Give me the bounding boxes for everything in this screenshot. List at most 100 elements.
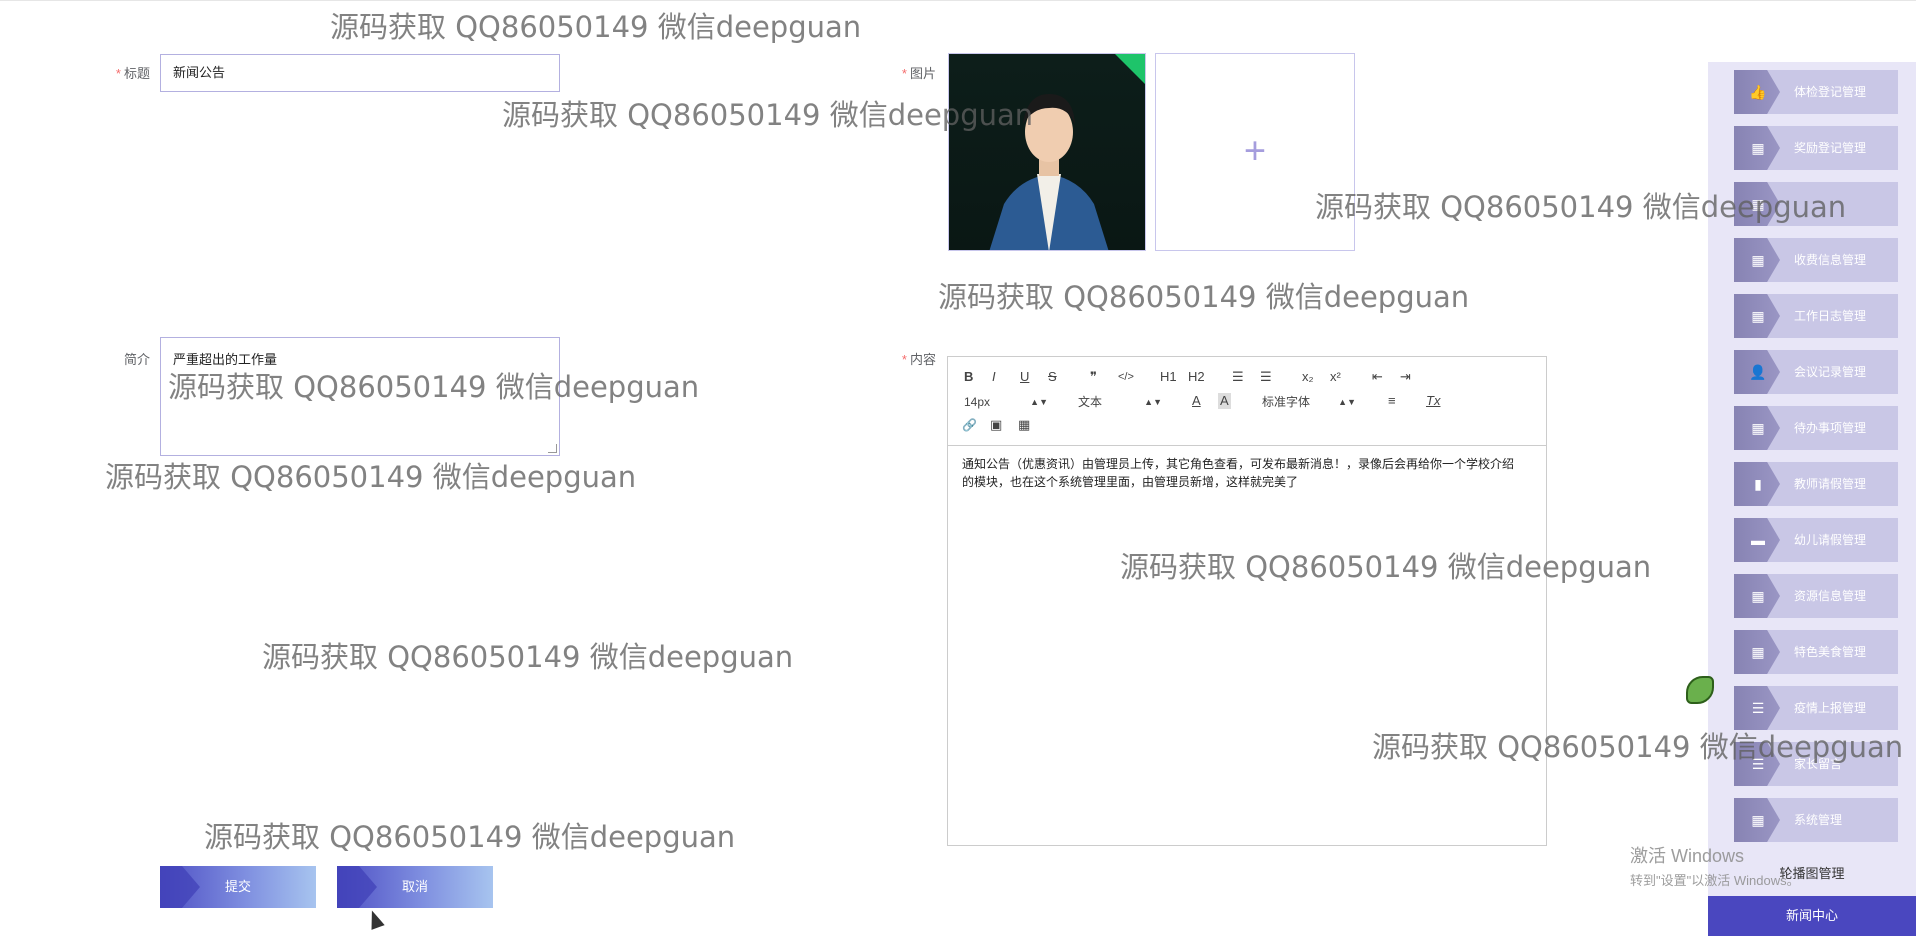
- sidebar-item[interactable]: ☰ 疫情上报管理: [1734, 686, 1898, 730]
- clear-format-button[interactable]: Tx: [1426, 393, 1440, 409]
- sidebar-item[interactable]: ▦ 系统管理: [1734, 798, 1898, 842]
- sidebar-item[interactable]: 👤 会议记录管理: [1734, 350, 1898, 394]
- icon-tab: ▦: [1734, 630, 1780, 674]
- windows-activation-title: 激活 Windows: [1630, 846, 1745, 866]
- sidebar-item-news-center[interactable]: 新闻中心: [1708, 896, 1916, 936]
- icon-tab: ▦: [1734, 574, 1780, 618]
- sidebar-item-label: 奖励登记管理: [1794, 141, 1867, 155]
- grid-icon: ▦: [1751, 308, 1765, 324]
- icon-tab: ▦: [1734, 182, 1780, 226]
- grid-icon: ▦: [1751, 588, 1765, 604]
- briefcase-icon: ▬: [1751, 532, 1765, 548]
- icon-tab: ☰: [1734, 742, 1780, 786]
- title-label: * 标题: [115, 66, 150, 81]
- sidebar-item[interactable]: ▦ 特色美食管理: [1734, 630, 1898, 674]
- sidebar-item[interactable]: ▮ 教师请假管理: [1734, 462, 1898, 506]
- submit-button[interactable]: 提交: [160, 866, 316, 908]
- caret-icon: ▲▼: [1030, 397, 1048, 407]
- code-button[interactable]: </>: [1118, 369, 1134, 385]
- sidebar-item-label: 幼儿请假管理: [1794, 533, 1867, 547]
- sidebar-item-label: 疫情上报管理: [1794, 701, 1867, 715]
- grid-icon: ▦: [1751, 196, 1765, 212]
- cancel-button[interactable]: 取消: [337, 866, 493, 908]
- font-family-select[interactable]: 标准字体 ▲▼: [1262, 394, 1356, 410]
- link-icon[interactable]: 🔗: [962, 417, 977, 433]
- sidebar-item-label: 体检登记管理: [1794, 85, 1867, 99]
- sidebar-item[interactable]: ▦ 工作日志管理: [1734, 294, 1898, 338]
- watermark: 源码获取 QQ86050149 微信deepguan: [204, 820, 736, 854]
- plus-icon: +: [1243, 130, 1267, 173]
- sidebar-menu: 👍 体检登记管理 ▦ 奖励登记管理 ▦ ▦ 收费信息管理 ▦ 工作日志管理 👤 会议记录管理 ▦ 待办事…: [1708, 62, 1916, 936]
- sidebar-item-label: 会议记录管理: [1794, 365, 1867, 379]
- outdent-button[interactable]: ⇤: [1372, 369, 1383, 385]
- align-button[interactable]: ≡: [1388, 393, 1396, 409]
- block-format-select[interactable]: 文本 ▲▼: [1078, 394, 1162, 410]
- photo-corner-badge: [1115, 54, 1145, 84]
- uploaded-photo[interactable]: [948, 53, 1146, 251]
- sidebar-item[interactable]: ▦ 待办事项管理: [1734, 406, 1898, 450]
- sidebar-item[interactable]: ▦ 资源信息管理: [1734, 574, 1898, 618]
- editor-content[interactable]: 通知公告（优惠资讯）由管理员上传，其它角色查看，可发布最新消息！，录像后会再给你…: [962, 455, 1526, 491]
- sidebar-item-label: 资源信息管理: [1794, 589, 1867, 603]
- indent-button[interactable]: ⇥: [1400, 369, 1411, 385]
- sidebar-item[interactable]: ▬ 幼儿请假管理: [1734, 518, 1898, 562]
- upload-box[interactable]: +: [1155, 53, 1355, 251]
- intro-textarea[interactable]: 严重超出的工作量: [160, 337, 560, 456]
- underline-button[interactable]: U: [1020, 369, 1029, 385]
- sidebar-item[interactable]: ▦ 收费信息管理: [1734, 238, 1898, 282]
- sidebar-item[interactable]: 👍 体检登记管理: [1734, 70, 1898, 114]
- sidebar-item[interactable]: ▦ 奖励登记管理: [1734, 126, 1898, 170]
- icon-tab: 👍: [1734, 70, 1780, 114]
- quote-button[interactable]: ❞: [1090, 369, 1097, 385]
- intro-label: 简介: [123, 352, 150, 367]
- sidebar-item[interactable]: ☰ 家长留言: [1734, 742, 1898, 786]
- h2-button[interactable]: H2: [1188, 369, 1205, 385]
- sidebar-item-label: 家长留言: [1794, 757, 1843, 771]
- sidebar-item[interactable]: ▦: [1734, 182, 1898, 226]
- icon-tab: ▦: [1734, 238, 1780, 282]
- bold-button[interactable]: B: [964, 369, 973, 385]
- chart-icon: ▮: [1754, 476, 1762, 492]
- caret-icon: ▲▼: [1144, 397, 1162, 407]
- icon-tab: ▦: [1734, 798, 1780, 842]
- watermark: 源码获取 QQ86050149 微信deepguan: [330, 10, 862, 44]
- icon-tab: ▦: [1734, 406, 1780, 450]
- mouse-cursor: [365, 908, 385, 930]
- windows-activation-hint: 转到"设置"以激活 Windows。: [1630, 873, 1800, 888]
- ordered-list-button[interactable]: ☰: [1232, 369, 1244, 385]
- grid-icon: ▦: [1751, 140, 1765, 156]
- thumb-icon: 👍: [1749, 84, 1767, 100]
- user-icon: 👤: [1749, 364, 1767, 380]
- h1-button[interactable]: H1: [1160, 369, 1177, 385]
- top-divider: [0, 0, 1916, 1]
- caret-icon: ▲▼: [1338, 397, 1356, 407]
- font-color-button[interactable]: A: [1192, 393, 1201, 409]
- sidebar-item-label: 待办事项管理: [1794, 421, 1867, 435]
- rich-text-editor[interactable]: B I U S ❞ </> H1 H2 ☰ ☰ x₂ x² ⇤ ⇥ 14px ▲▼…: [947, 356, 1547, 846]
- icon-tab: ▦: [1734, 126, 1780, 170]
- sidebar-item-label: 教师请假管理: [1794, 477, 1867, 491]
- list-icon: ☰: [1751, 700, 1765, 716]
- image-label: * 图片: [901, 66, 936, 81]
- bg-color-button[interactable]: A: [1218, 393, 1231, 409]
- grid-icon: ▦: [1751, 420, 1765, 436]
- icon-tab: 👤: [1734, 350, 1780, 394]
- watermark: 源码获取 QQ86050149 微信deepguan: [938, 280, 1470, 314]
- chevron-decoration: [337, 866, 377, 908]
- image-icon[interactable]: ▣: [990, 417, 1002, 433]
- subscript-button[interactable]: x₂: [1302, 369, 1314, 385]
- strike-button[interactable]: S: [1048, 369, 1057, 385]
- grid-icon: ▦: [1751, 252, 1765, 268]
- sidebar-item-label: 收费信息管理: [1794, 253, 1867, 267]
- superscript-button[interactable]: x²: [1330, 369, 1341, 385]
- font-size-select[interactable]: 14px ▲▼: [964, 394, 1048, 410]
- icon-tab: ▦: [1734, 294, 1780, 338]
- icon-tab: ▮: [1734, 462, 1780, 506]
- video-icon[interactable]: ▦: [1018, 417, 1030, 433]
- icon-tab: ▬: [1734, 518, 1780, 562]
- italic-button[interactable]: I: [992, 369, 996, 385]
- content-label: * 内容: [901, 352, 936, 367]
- title-input[interactable]: 新闻公告: [160, 54, 560, 92]
- bullet-list-button[interactable]: ☰: [1260, 369, 1272, 385]
- resize-handle[interactable]: [548, 444, 557, 453]
